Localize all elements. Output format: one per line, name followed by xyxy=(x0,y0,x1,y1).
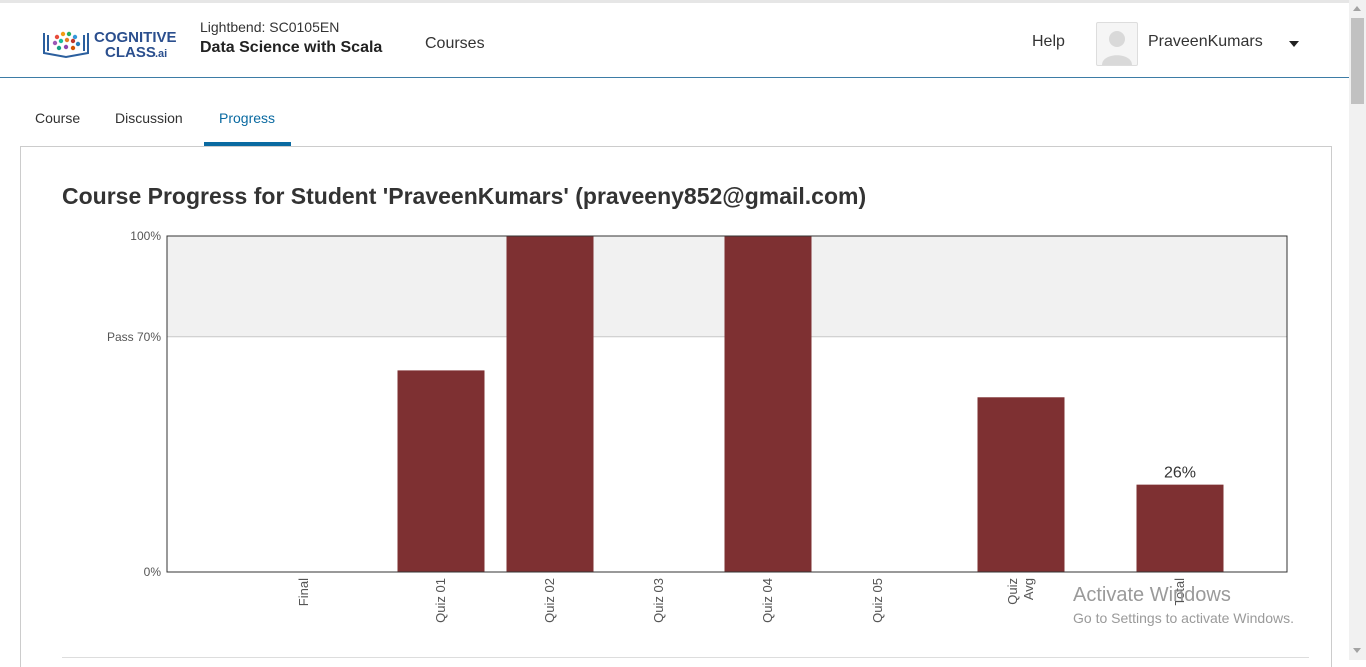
x-tick-label-line: Quiz xyxy=(1005,578,1020,605)
tab-discussion[interactable]: Discussion xyxy=(115,110,183,126)
logo-text-suffix: .ai xyxy=(155,48,167,59)
x-tick-label: Quiz 04 xyxy=(760,578,775,623)
x-tick-label-line: Quiz 01 xyxy=(433,578,448,623)
bar xyxy=(397,370,485,572)
x-tick-label: Quiz 01 xyxy=(433,578,448,623)
course-org-code: Lightbend: SC0105EN xyxy=(200,19,340,35)
site-header: COGNITIVE CLASS .ai Lightbend: SC0105EN … xyxy=(0,3,1349,78)
user-avatar[interactable] xyxy=(1096,22,1138,66)
x-tick-label-line: Quiz 03 xyxy=(651,578,666,623)
avatar-placeholder-icon xyxy=(1102,31,1132,65)
x-tick-label: Quiz 03 xyxy=(651,578,666,623)
vertical-scrollbar[interactable] xyxy=(1349,0,1366,660)
bar xyxy=(506,236,594,572)
section-divider xyxy=(62,657,1309,658)
x-tick-label: Quiz 05 xyxy=(870,578,885,623)
x-tick-label-line: Quiz 02 xyxy=(542,578,557,623)
y-tick-label: Pass 70% xyxy=(107,330,161,344)
bar xyxy=(977,397,1065,572)
username-label[interactable]: PraveenKumars xyxy=(1148,33,1263,51)
x-tick-label: Quiz Avg xyxy=(1005,578,1036,605)
x-tick-label-line: Quiz 04 xyxy=(760,578,775,623)
logo-text-2: CLASS xyxy=(105,44,156,59)
tab-progress[interactable]: Progress xyxy=(219,110,275,126)
x-tick-label-line: Total xyxy=(1172,578,1187,606)
user-menu-chevron-down-icon[interactable] xyxy=(1289,41,1299,47)
progress-panel: Course Progress for Student 'PraveenKuma… xyxy=(20,146,1332,667)
x-tick-label-line: Quiz 05 xyxy=(870,578,885,623)
help-link[interactable]: Help xyxy=(1032,33,1065,51)
logo-graphic: COGNITIVE CLASS .ai xyxy=(43,29,177,61)
x-tick-label: Final xyxy=(296,578,311,606)
scroll-down-arrow-icon[interactable] xyxy=(1353,648,1361,653)
y-tick-label: 100% xyxy=(130,229,161,243)
cognitive-class-logo[interactable]: COGNITIVE CLASS .ai xyxy=(42,27,182,61)
scroll-up-arrow-icon[interactable] xyxy=(1353,6,1361,11)
bar xyxy=(1136,484,1224,572)
courses-link[interactable]: Courses xyxy=(425,35,485,53)
bar xyxy=(724,236,812,572)
x-tick-label-line: Avg xyxy=(1021,578,1036,600)
x-tick-label: Total xyxy=(1172,578,1187,606)
progress-chart: 26% 100% Pass 70% 0% Final Quiz 01 Quiz 02 Quiz… xyxy=(107,229,1288,623)
y-tick-label: 0% xyxy=(144,565,162,579)
bar-data-label: 26% xyxy=(1164,465,1196,482)
x-tick-label-line: Final xyxy=(296,578,311,606)
scrollbar-thumb[interactable] xyxy=(1351,18,1364,104)
course-title: Data Science with Scala xyxy=(200,39,383,56)
tab-course[interactable]: Course xyxy=(35,110,80,126)
x-tick-label: Quiz 02 xyxy=(542,578,557,623)
